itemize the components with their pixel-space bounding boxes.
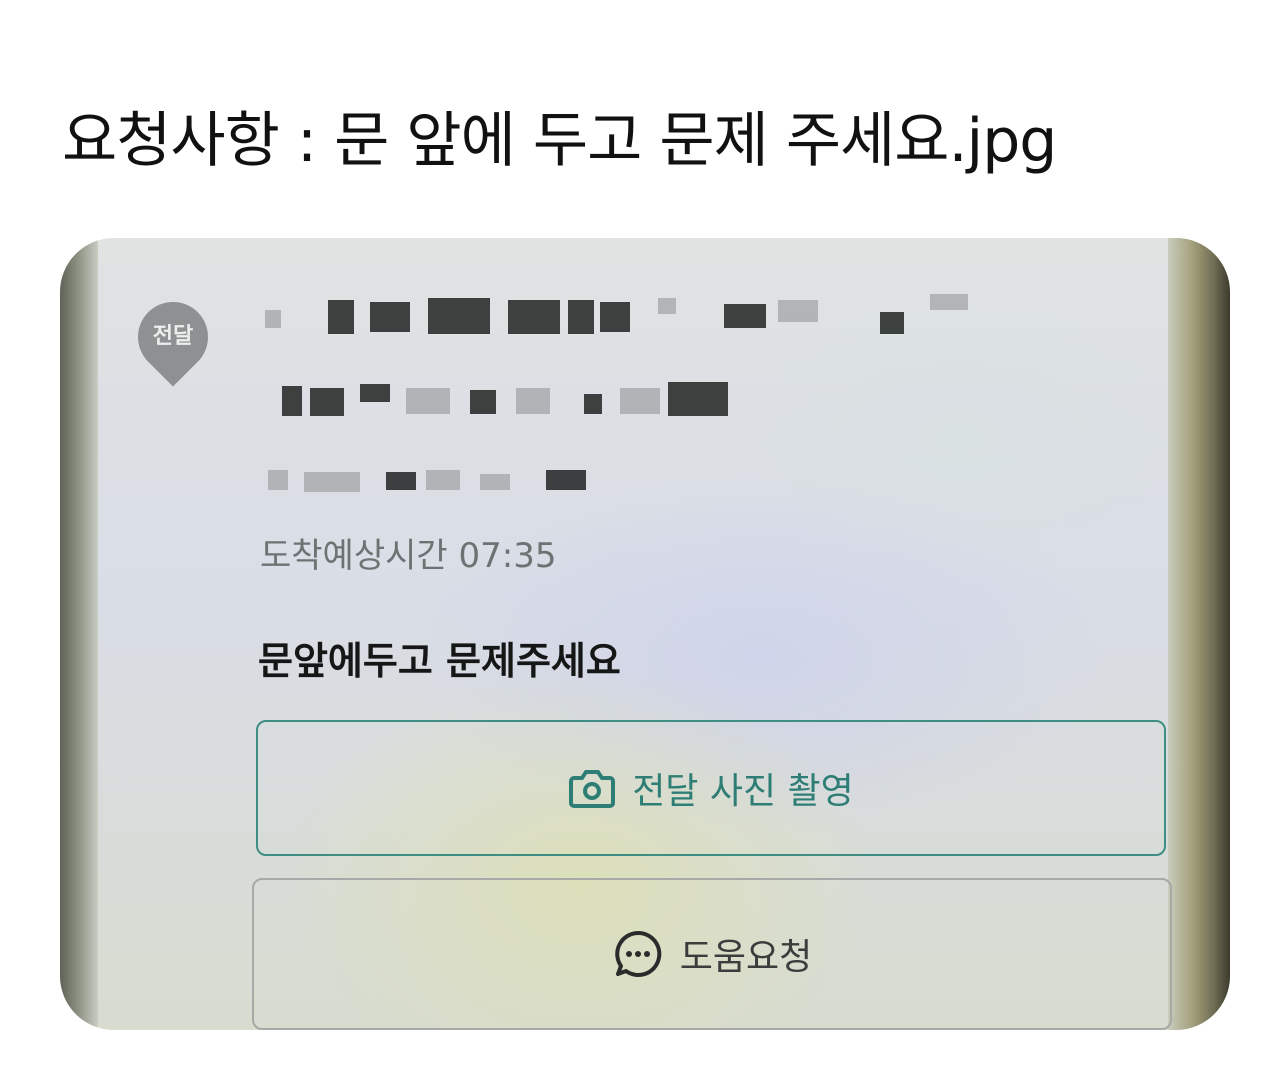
phone-bezel-left bbox=[60, 238, 98, 1030]
request-help-button[interactable]: 도움요청 bbox=[252, 878, 1172, 1030]
eta-text: 도착예상시간 07:35 bbox=[260, 536, 557, 576]
request-note: 문앞에두고 문제주세요 bbox=[258, 639, 621, 683]
image-caption: 요청사항 : 문 앞에 두고 문제 주세요.jpg bbox=[62, 106, 1057, 176]
camera-icon bbox=[568, 766, 616, 810]
request-help-label: 도움요청 bbox=[679, 937, 813, 978]
take-delivery-photo-label: 전달 사진 촬영 bbox=[632, 771, 854, 812]
phone-bezel-right bbox=[1168, 238, 1230, 1030]
take-delivery-photo-button[interactable]: 전달 사진 촬영 bbox=[256, 720, 1166, 856]
delivery-badge: 전달 bbox=[152, 324, 194, 349]
phone-photo: 전달 도착예상시간 07:35 문앞에두고 문제주세요 전달 사진 촬영 도움요… bbox=[60, 238, 1230, 1030]
chat-bubble-icon bbox=[612, 928, 664, 980]
